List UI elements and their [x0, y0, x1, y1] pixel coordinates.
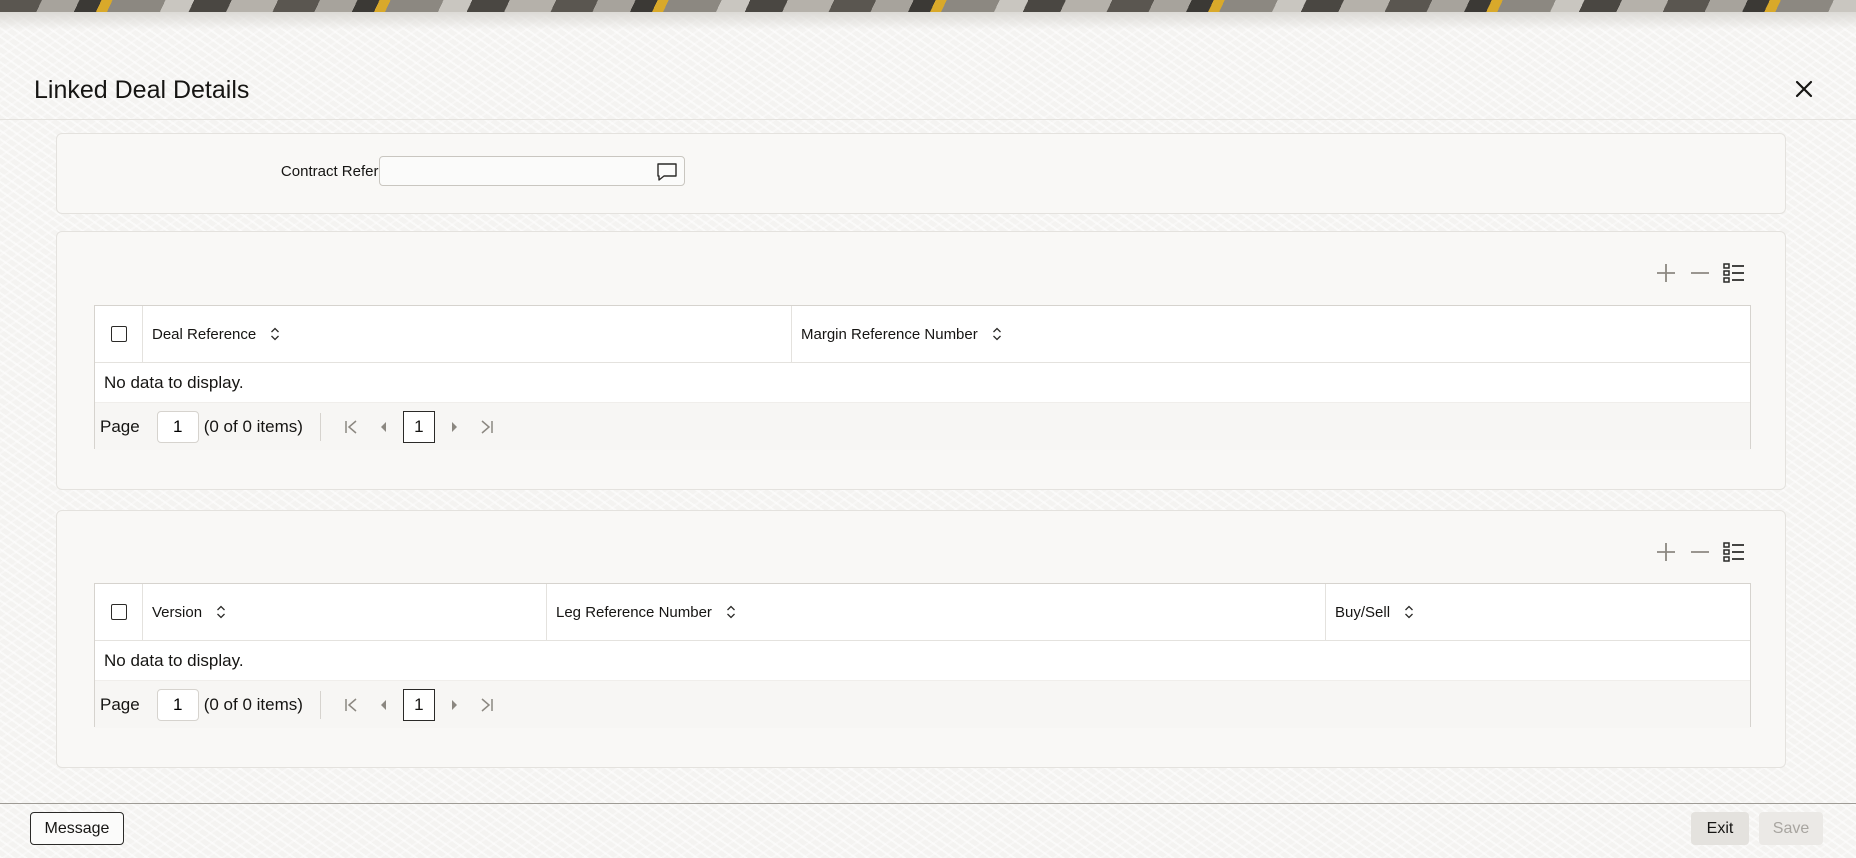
message-button[interactable]: Message [30, 812, 124, 845]
last-page-icon [481, 419, 493, 434]
exit-button[interactable]: Exit [1691, 812, 1749, 845]
row-details-button[interactable] [1721, 260, 1747, 286]
select-all-cell [95, 584, 143, 640]
column-buy-sell[interactable]: Buy/Sell [1326, 584, 1750, 640]
minus-icon [1691, 551, 1709, 553]
next-page-button[interactable] [439, 689, 471, 721]
row-details-button[interactable] [1721, 539, 1747, 565]
column-label: Deal Reference [152, 325, 257, 343]
column-label: Version [152, 603, 203, 621]
select-all-checkbox[interactable] [110, 326, 127, 342]
pager-divider [319, 690, 321, 719]
list-details-icon [1723, 263, 1744, 283]
first-page-button[interactable] [335, 411, 367, 443]
deal-grid-pager: Page (0 of 0 items) 1 [95, 402, 1750, 450]
footer-divider [0, 803, 1856, 804]
add-row-button[interactable] [1653, 539, 1679, 565]
next-page-button[interactable] [439, 411, 471, 443]
deal-grid: Deal Reference Margin Reference Number N… [94, 305, 1751, 450]
column-deal-reference[interactable]: Deal Reference [143, 306, 792, 362]
previous-page-icon [380, 421, 386, 432]
column-label: Leg Reference Number [556, 603, 712, 621]
item-count: (0 of 0 items) [203, 694, 303, 714]
delete-row-button[interactable] [1687, 539, 1713, 565]
last-page-button[interactable] [471, 411, 503, 443]
first-page-icon [345, 697, 357, 712]
leg-grid-header: Version Leg Reference Number Buy/Sell [95, 584, 1750, 641]
previous-page-button[interactable] [367, 411, 399, 443]
page-label: Page [100, 694, 140, 714]
contract-reference-input[interactable] [379, 156, 685, 186]
contract-panel: Contract Reference [56, 133, 1786, 214]
leg-grid-toolbar [1653, 539, 1747, 565]
previous-page-icon [380, 699, 386, 710]
select-all-checkbox[interactable] [110, 604, 127, 620]
last-page-icon [481, 697, 493, 712]
page-label: Page [100, 416, 140, 436]
next-page-icon [451, 699, 457, 710]
title-divider [0, 119, 1856, 120]
last-page-button[interactable] [471, 689, 503, 721]
close-icon [1795, 80, 1813, 98]
plus-icon [1657, 264, 1675, 282]
column-leg-reference-number[interactable]: Leg Reference Number [547, 584, 1326, 640]
page-number-input[interactable] [156, 688, 199, 721]
item-count: (0 of 0 items) [203, 416, 303, 436]
empty-message: No data to display. [104, 650, 244, 670]
first-page-icon [345, 419, 357, 434]
banner-fade [0, 12, 1856, 30]
column-margin-reference-number[interactable]: Margin Reference Number [792, 306, 1750, 362]
plus-icon [1657, 543, 1675, 561]
select-all-cell [95, 306, 143, 362]
close-button[interactable] [1787, 72, 1821, 106]
header-banner [0, 0, 1856, 12]
leg-grid: Version Leg Reference Number Buy/Sell No… [94, 583, 1751, 728]
pager-divider [319, 412, 321, 441]
comment-icon [657, 163, 677, 181]
previous-page-button[interactable] [367, 689, 399, 721]
column-label: Buy/Sell [1335, 603, 1391, 621]
next-page-icon [451, 421, 457, 432]
sort-icon[interactable] [726, 605, 736, 619]
current-page: 1 [402, 688, 435, 721]
save-button[interactable]: Save [1759, 812, 1823, 845]
dialog-title: Linked Deal Details [34, 76, 250, 104]
contract-reference-lov-button[interactable] [654, 161, 680, 183]
column-version[interactable]: Version [143, 584, 547, 640]
column-label: Margin Reference Number [801, 325, 978, 343]
deal-grid-header: Deal Reference Margin Reference Number [95, 306, 1750, 363]
leg-grid-pager: Page (0 of 0 items) 1 [95, 680, 1750, 728]
current-page: 1 [402, 410, 435, 443]
sort-icon[interactable] [1404, 605, 1414, 619]
list-details-icon [1723, 542, 1744, 562]
add-row-button[interactable] [1653, 260, 1679, 286]
deal-grid-toolbar [1653, 260, 1747, 286]
sort-icon[interactable] [270, 327, 280, 341]
first-page-button[interactable] [335, 689, 367, 721]
empty-message: No data to display. [104, 372, 244, 392]
delete-row-button[interactable] [1687, 260, 1713, 286]
deal-grid-panel: Deal Reference Margin Reference Number N… [56, 231, 1786, 490]
sort-icon[interactable] [992, 327, 1002, 341]
minus-icon [1691, 272, 1709, 274]
sort-icon[interactable] [216, 605, 226, 619]
leg-grid-panel: Version Leg Reference Number Buy/Sell No… [56, 510, 1786, 768]
page-number-input[interactable] [156, 410, 199, 443]
